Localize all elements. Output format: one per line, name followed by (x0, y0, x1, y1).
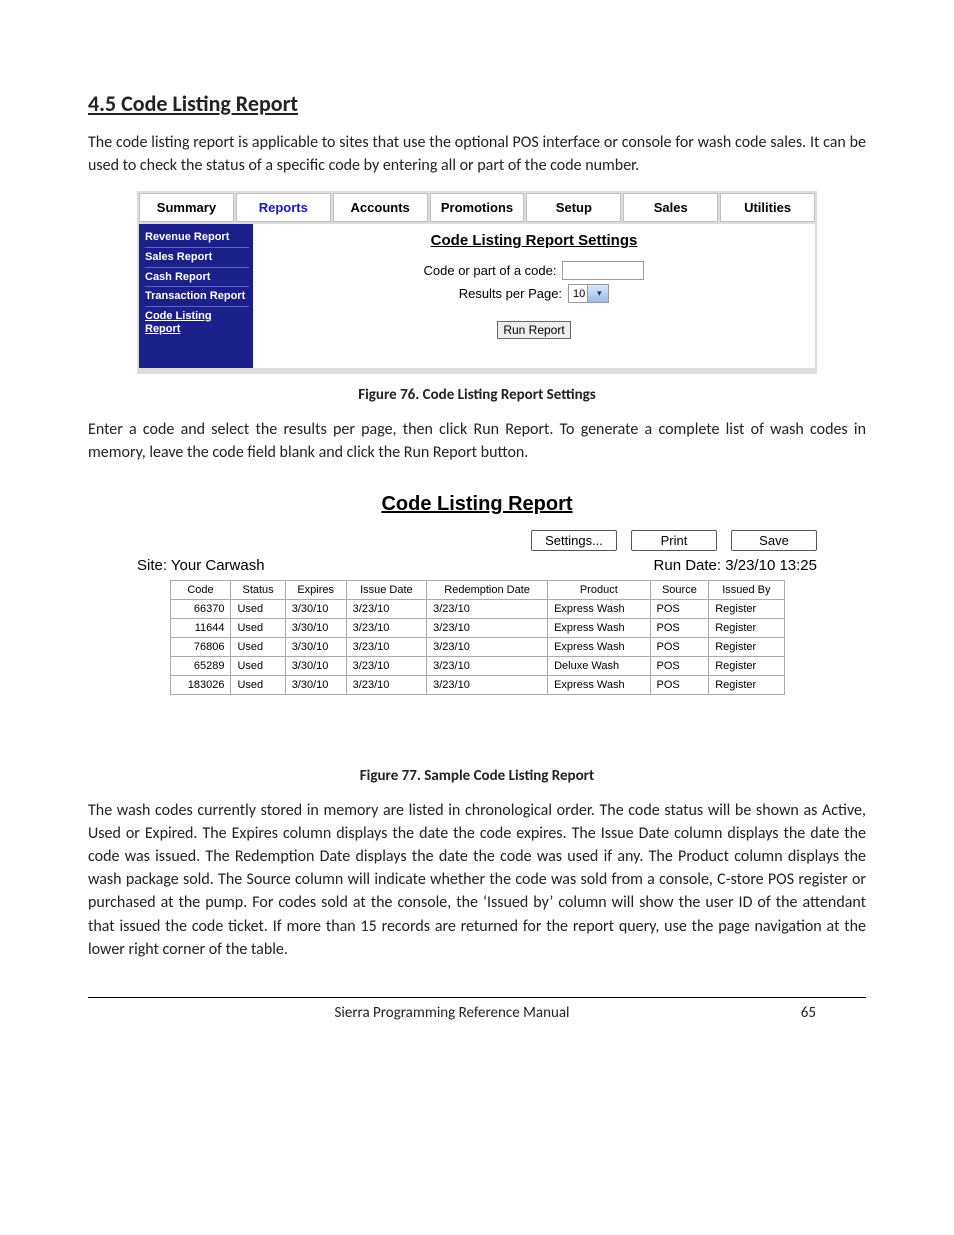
settings-panel: Code Listing Report Settings Code or par… (253, 224, 815, 368)
tab-sales[interactable]: Sales (623, 193, 718, 222)
table-cell: POS (650, 599, 709, 618)
table-cell: 3/23/10 (427, 656, 548, 675)
table-cell: 3/23/10 (346, 656, 426, 675)
column-header: Redemption Date (427, 580, 548, 599)
page-footer: Sierra Programming Reference Manual 65 (88, 1004, 866, 1022)
table-cell: POS (650, 675, 709, 694)
table-cell: Express Wash (548, 599, 650, 618)
column-header: Code (170, 580, 231, 599)
sidebar-item-sales-report[interactable]: Sales Report (145, 247, 249, 267)
table-cell: Used (231, 656, 285, 675)
sidebar-item-cash-report[interactable]: Cash Report (145, 267, 249, 287)
tab-utilities[interactable]: Utilities (720, 193, 815, 222)
results-per-page-select[interactable]: 10 ▾ (568, 284, 609, 303)
tab-accounts[interactable]: Accounts (333, 193, 428, 222)
table-row: 76806Used3/30/103/23/103/23/10Express Wa… (170, 637, 784, 656)
results-per-page-value: 10 (569, 288, 587, 300)
table-cell: 3/30/10 (285, 618, 346, 637)
figure-76-screenshot: SummaryReportsAccountsPromotionsSetupSal… (137, 191, 817, 374)
table-cell: 3/30/10 (285, 675, 346, 694)
table-cell: 3/23/10 (346, 599, 426, 618)
column-header: Product (548, 580, 650, 599)
run-report-button[interactable]: Run Report (497, 321, 570, 339)
table-cell: POS (650, 618, 709, 637)
table-cell: Used (231, 637, 285, 656)
report-toolbar: Settings... Print Save (137, 530, 817, 551)
print-button[interactable]: Print (631, 530, 717, 551)
table-cell: POS (650, 656, 709, 675)
table-row: 66370Used3/30/103/23/103/23/10Express Wa… (170, 599, 784, 618)
sidebar-item-transaction-report[interactable]: Transaction Report (145, 286, 249, 306)
table-row: 65289Used3/30/103/23/103/23/10Deluxe Was… (170, 656, 784, 675)
instructions-paragraph: Enter a code and select the results per … (88, 418, 866, 464)
table-cell: Register (709, 618, 784, 637)
site-label: Site: Your Carwash (137, 557, 265, 574)
intro-paragraph: The code listing report is applicable to… (88, 131, 866, 177)
table-cell: 3/23/10 (346, 637, 426, 656)
report-title: Code Listing Report (137, 493, 817, 516)
figure-77-caption: Figure 77. Sample Code Listing Report (88, 767, 866, 785)
settings-button[interactable]: Settings... (531, 530, 617, 551)
table-row: 183026Used3/30/103/23/103/23/10Express W… (170, 675, 784, 694)
table-cell: 3/23/10 (427, 618, 548, 637)
figure-76-caption: Figure 76. Code Listing Report Settings (88, 386, 866, 404)
column-header: Source (650, 580, 709, 599)
table-cell: Used (231, 599, 285, 618)
tab-promotions[interactable]: Promotions (430, 193, 525, 222)
section-heading: 4.5 Code Listing Report (88, 90, 866, 117)
code-listing-table: CodeStatusExpiresIssue DateRedemption Da… (170, 580, 785, 695)
page-number: 65 (696, 1004, 866, 1022)
column-header: Status (231, 580, 285, 599)
table-cell: Express Wash (548, 637, 650, 656)
column-header: Issued By (709, 580, 784, 599)
table-cell: 183026 (170, 675, 231, 694)
code-input[interactable] (562, 261, 644, 280)
table-cell: 65289 (170, 656, 231, 675)
footer-rule (88, 997, 866, 998)
table-cell: 3/30/10 (285, 637, 346, 656)
table-cell: Register (709, 599, 784, 618)
table-cell: 3/23/10 (427, 675, 548, 694)
results-per-page-label: Results per Page: (459, 286, 562, 301)
table-cell: Express Wash (548, 675, 650, 694)
tab-reports[interactable]: Reports (236, 193, 331, 222)
save-button[interactable]: Save (731, 530, 817, 551)
tab-setup[interactable]: Setup (526, 193, 621, 222)
table-cell: Express Wash (548, 618, 650, 637)
table-cell: 11644 (170, 618, 231, 637)
table-cell: 76806 (170, 637, 231, 656)
table-cell: Register (709, 656, 784, 675)
table-cell: Used (231, 618, 285, 637)
table-cell: 3/30/10 (285, 656, 346, 675)
table-cell: 3/30/10 (285, 599, 346, 618)
sidebar-item-code-listing-report[interactable]: Code Listing Report (145, 306, 249, 338)
code-label: Code or part of a code: (424, 263, 557, 278)
tab-summary[interactable]: Summary (139, 193, 234, 222)
table-cell: Deluxe Wash (548, 656, 650, 675)
footer-title: Sierra Programming Reference Manual (208, 1004, 696, 1022)
table-cell: POS (650, 637, 709, 656)
explanation-paragraph: The wash codes currently stored in memor… (88, 799, 866, 961)
table-cell: Used (231, 675, 285, 694)
run-date-label: Run Date: 3/23/10 13:25 (654, 557, 817, 574)
table-cell: 3/23/10 (346, 618, 426, 637)
table-cell: 3/23/10 (427, 637, 548, 656)
column-header: Issue Date (346, 580, 426, 599)
reports-sidebar: Revenue ReportSales ReportCash ReportTra… (139, 224, 253, 368)
settings-panel-title: Code Listing Report Settings (259, 232, 809, 249)
table-cell: Register (709, 637, 784, 656)
top-tabs: SummaryReportsAccountsPromotionsSetupSal… (139, 193, 815, 222)
table-cell: Register (709, 675, 784, 694)
column-header: Expires (285, 580, 346, 599)
table-row: 11644Used3/30/103/23/103/23/10Express Wa… (170, 618, 784, 637)
chevron-down-icon: ▾ (587, 285, 608, 302)
table-cell: 66370 (170, 599, 231, 618)
table-cell: 3/23/10 (427, 599, 548, 618)
table-cell: 3/23/10 (346, 675, 426, 694)
sidebar-item-revenue-report[interactable]: Revenue Report (145, 228, 249, 247)
figure-77-screenshot: Code Listing Report Settings... Print Save… (137, 493, 817, 755)
